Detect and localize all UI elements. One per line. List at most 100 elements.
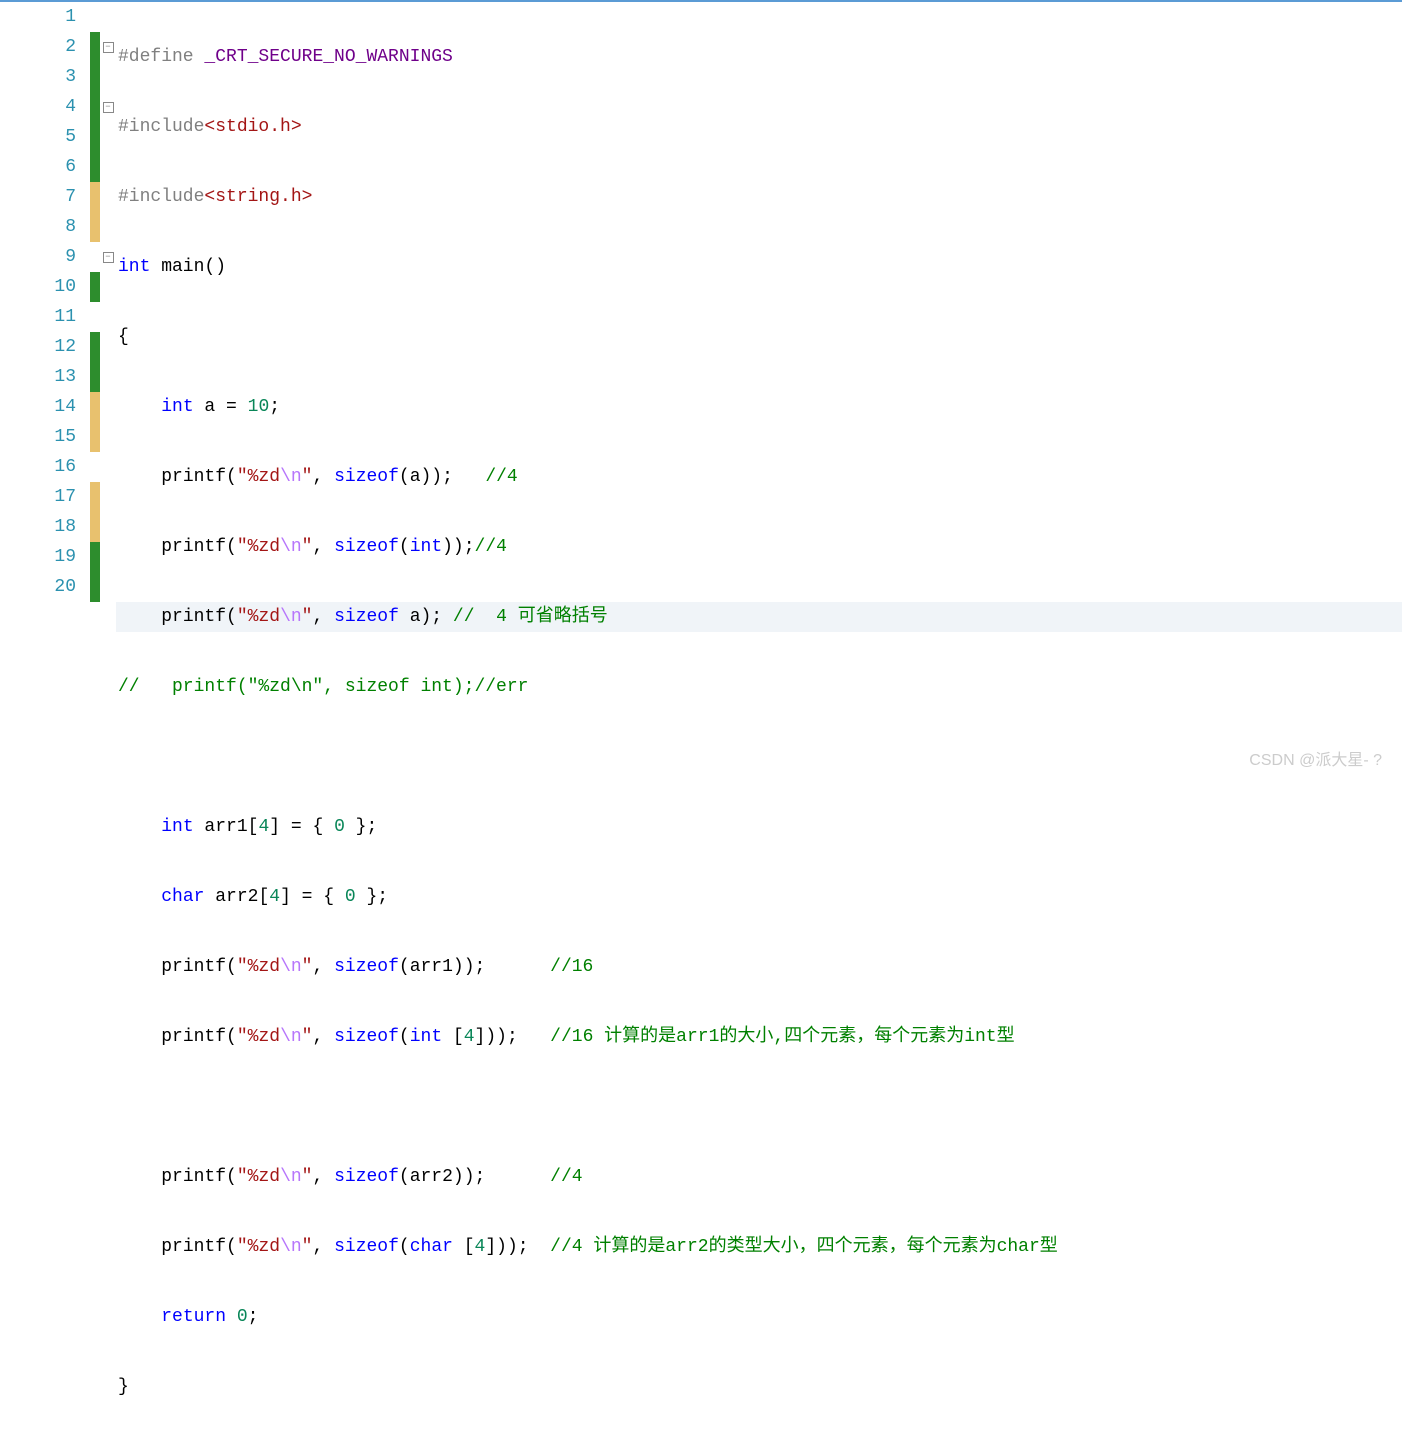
code-line[interactable]: printf("%zd\n", sizeof(arr2)); //4 xyxy=(116,1162,1402,1192)
number-literal: 4 xyxy=(269,887,280,907)
fold-slot xyxy=(100,512,116,542)
code-text: arr2[ xyxy=(204,887,269,907)
watermark: CSDN @派大星- ? xyxy=(1249,746,1382,770)
code-line[interactable]: int arr1[4] = { 0 }; xyxy=(116,812,1402,842)
line-number: 18 xyxy=(0,512,76,542)
code-text: ; xyxy=(248,1307,259,1327)
comment: //4 xyxy=(550,1167,582,1187)
code-line[interactable]: int a = 10; xyxy=(116,392,1402,422)
string-literal: "%zd xyxy=(237,1167,280,1187)
comment: // printf("%zd\n", sizeof int);//err xyxy=(118,677,528,697)
string-literal: " xyxy=(302,467,313,487)
keyword: sizeof xyxy=(334,1237,399,1257)
keyword: int xyxy=(161,817,193,837)
code-line[interactable]: char arr2[4] = { 0 }; xyxy=(116,882,1402,912)
code-line[interactable]: #include<stdio.h> xyxy=(116,112,1402,142)
fold-slot xyxy=(100,572,116,602)
line-number: 11 xyxy=(0,302,76,332)
code-line[interactable]: int main() xyxy=(116,252,1402,282)
change-marker-modified xyxy=(90,392,100,422)
code-editor[interactable]: 1 2 3 4 5 6 7 8 9 10 11 12 13 14 15 16 1… xyxy=(0,0,1402,1442)
code-text: (arr1)); xyxy=(399,957,550,977)
code-text: { xyxy=(118,327,129,347)
keyword: sizeof xyxy=(334,1027,399,1047)
code-line[interactable] xyxy=(116,1092,1402,1122)
fold-collapse-icon[interactable]: − xyxy=(103,252,114,263)
keyword: int xyxy=(410,1027,442,1047)
code-text: ( xyxy=(399,1027,410,1047)
comment: //16 计算的是arr1的大小,四个元素，每个元素为int型 xyxy=(550,1027,1014,1047)
code-text: printf( xyxy=(161,1167,237,1187)
fold-slot xyxy=(100,482,116,512)
string-literal: "%zd xyxy=(237,607,280,627)
escape-char: \n xyxy=(280,537,302,557)
fold-slot xyxy=(100,542,116,572)
fold-slot xyxy=(100,212,116,242)
code-text: , xyxy=(312,607,334,627)
line-number: 14 xyxy=(0,392,76,422)
code-text: ; xyxy=(269,397,280,417)
string-literal: " xyxy=(302,1167,313,1187)
number-literal: 0 xyxy=(237,1307,248,1327)
code-text: ] = { xyxy=(280,887,345,907)
code-line-active[interactable]: printf("%zd\n", sizeof a); // 4 可省略括号 xyxy=(116,602,1402,632)
change-marker-saved xyxy=(90,32,100,62)
change-marker-modified xyxy=(90,422,100,452)
code-text: , xyxy=(312,1027,334,1047)
fold-slot xyxy=(100,122,116,152)
string-literal: "%zd xyxy=(237,1027,280,1047)
fold-slot xyxy=(100,62,116,92)
fold-collapse-icon[interactable]: − xyxy=(103,102,114,113)
code-line[interactable]: // printf("%zd\n", sizeof int);//err xyxy=(116,672,1402,702)
change-marker xyxy=(90,242,100,272)
fold-collapse-icon[interactable]: − xyxy=(103,42,114,53)
keyword: sizeof xyxy=(334,467,399,487)
change-marker-gutter xyxy=(90,2,100,1442)
string-literal: " xyxy=(302,1237,313,1257)
code-line[interactable] xyxy=(116,742,1402,772)
code-text: }; xyxy=(345,817,377,837)
change-marker-modified xyxy=(90,512,100,542)
code-line[interactable]: #include<string.h> xyxy=(116,182,1402,212)
code-line[interactable]: #define _CRT_SECURE_NO_WARNINGS xyxy=(116,42,1402,72)
code-line[interactable]: printf("%zd\n", sizeof(a)); //4 xyxy=(116,462,1402,492)
change-marker-saved xyxy=(90,272,100,302)
code-text: )); xyxy=(442,537,474,557)
escape-char: \n xyxy=(280,1027,302,1047)
code-content[interactable]: #define _CRT_SECURE_NO_WARNINGS #include… xyxy=(116,2,1402,1442)
comment: //16 xyxy=(550,957,593,977)
preprocessor: #define xyxy=(118,47,204,67)
code-line[interactable]: return 0; xyxy=(116,1302,1402,1332)
code-line[interactable]: printf("%zd\n", sizeof(int));//4 xyxy=(116,532,1402,562)
keyword: sizeof xyxy=(334,607,399,627)
code-line[interactable]: { xyxy=(116,322,1402,352)
code-line[interactable]: printf("%zd\n", sizeof(int [4])); //16 计… xyxy=(116,1022,1402,1052)
line-number: 15 xyxy=(0,422,76,452)
line-number: 10 xyxy=(0,272,76,302)
line-number: 7 xyxy=(0,182,76,212)
line-number: 19 xyxy=(0,542,76,572)
code-line[interactable]: printf("%zd\n", sizeof(arr1)); //16 xyxy=(116,952,1402,982)
string-literal: " xyxy=(302,537,313,557)
code-text: printf( xyxy=(161,1237,237,1257)
number-literal: 0 xyxy=(345,887,356,907)
code-line[interactable]: } xyxy=(116,1372,1402,1402)
code-text: ])); xyxy=(485,1237,550,1257)
line-number: 1 xyxy=(0,2,76,32)
code-text: (arr2)); xyxy=(399,1167,550,1187)
keyword: return xyxy=(161,1307,226,1327)
string-literal: " xyxy=(302,1027,313,1047)
fold-slot: − xyxy=(100,92,116,122)
escape-char: \n xyxy=(280,1237,302,1257)
fold-slot xyxy=(100,152,116,182)
change-marker-modified xyxy=(90,482,100,512)
code-text: ])); xyxy=(475,1027,551,1047)
preprocessor: #include xyxy=(118,187,204,207)
code-line[interactable]: printf("%zd\n", sizeof(char [4])); //4 计… xyxy=(116,1232,1402,1262)
keyword: int xyxy=(161,397,193,417)
comment: //4 xyxy=(475,537,507,557)
code-text: printf( xyxy=(161,1027,237,1047)
fold-slot xyxy=(100,2,116,32)
keyword: sizeof xyxy=(334,1167,399,1187)
change-marker-saved xyxy=(90,62,100,92)
